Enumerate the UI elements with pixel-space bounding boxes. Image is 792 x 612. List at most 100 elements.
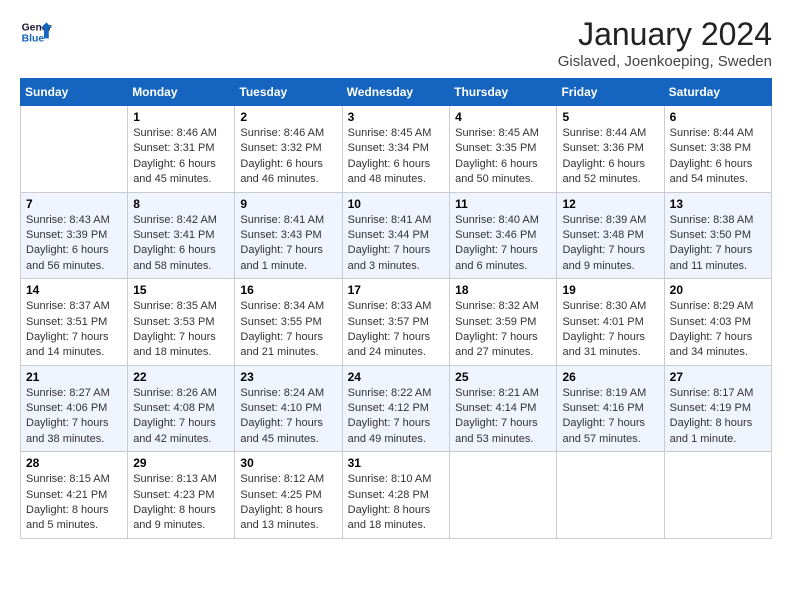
calendar-cell: 28 Sunrise: 8:15 AM Sunset: 4:21 PM Dayl… (21, 452, 128, 539)
day-number: 7 (26, 197, 122, 211)
sunrise-text: Sunrise: 8:46 AM (133, 127, 217, 139)
cell-content: Sunrise: 8:44 AM Sunset: 3:38 PM Dayligh… (670, 126, 766, 188)
week-row-1: 1 Sunrise: 8:46 AM Sunset: 3:31 PM Dayli… (21, 106, 772, 193)
sunset-text: Sunset: 3:32 PM (240, 142, 321, 154)
sunset-text: Sunset: 3:51 PM (26, 316, 107, 328)
title-block: January 2024 Gislaved, Joenkoeping, Swed… (558, 16, 772, 70)
calendar-cell: 27 Sunrise: 8:17 AM Sunset: 4:19 PM Dayl… (664, 365, 771, 452)
calendar-cell: 5 Sunrise: 8:44 AM Sunset: 3:36 PM Dayli… (557, 106, 664, 193)
calendar-cell: 9 Sunrise: 8:41 AM Sunset: 3:43 PM Dayli… (235, 192, 342, 279)
day-header-tuesday: Tuesday (235, 79, 342, 106)
sunrise-text: Sunrise: 8:46 AM (240, 127, 324, 139)
day-number: 19 (562, 283, 658, 297)
cell-content: Sunrise: 8:21 AM Sunset: 4:14 PM Dayligh… (455, 386, 551, 448)
cell-content: Sunrise: 8:12 AM Sunset: 4:25 PM Dayligh… (240, 472, 336, 534)
daylight-text: Daylight: 6 hours and 50 minutes. (455, 158, 538, 185)
sunrise-text: Sunrise: 8:29 AM (670, 300, 754, 312)
sunrise-text: Sunrise: 8:19 AM (562, 387, 646, 399)
day-number: 18 (455, 283, 551, 297)
daylight-text: Daylight: 8 hours and 5 minutes. (26, 504, 109, 531)
sunset-text: Sunset: 4:10 PM (240, 402, 321, 414)
day-number: 3 (348, 110, 445, 124)
location: Gislaved, Joenkoeping, Sweden (558, 53, 772, 70)
calendar-cell (557, 452, 664, 539)
sunrise-text: Sunrise: 8:40 AM (455, 214, 539, 226)
day-number: 17 (348, 283, 445, 297)
cell-content: Sunrise: 8:24 AM Sunset: 4:10 PM Dayligh… (240, 386, 336, 448)
day-number: 26 (562, 370, 658, 384)
logo-icon: General Blue (20, 16, 52, 48)
daylight-text: Daylight: 7 hours and 6 minutes. (455, 244, 538, 271)
calendar-cell: 24 Sunrise: 8:22 AM Sunset: 4:12 PM Dayl… (342, 365, 450, 452)
day-number: 29 (133, 456, 229, 470)
day-number: 24 (348, 370, 445, 384)
cell-content: Sunrise: 8:43 AM Sunset: 3:39 PM Dayligh… (26, 213, 122, 275)
daylight-text: Daylight: 7 hours and 42 minutes. (133, 417, 216, 444)
sunrise-text: Sunrise: 8:33 AM (348, 300, 432, 312)
sunset-text: Sunset: 3:34 PM (348, 142, 429, 154)
day-header-saturday: Saturday (664, 79, 771, 106)
sunrise-text: Sunrise: 8:13 AM (133, 473, 217, 485)
sunrise-text: Sunrise: 8:10 AM (348, 473, 432, 485)
calendar-cell: 14 Sunrise: 8:37 AM Sunset: 3:51 PM Dayl… (21, 279, 128, 366)
sunrise-text: Sunrise: 8:21 AM (455, 387, 539, 399)
sunset-text: Sunset: 3:48 PM (562, 229, 643, 241)
calendar-cell (450, 452, 557, 539)
header-row: SundayMondayTuesdayWednesdayThursdayFrid… (21, 79, 772, 106)
cell-content: Sunrise: 8:46 AM Sunset: 3:31 PM Dayligh… (133, 126, 229, 188)
calendar-cell: 29 Sunrise: 8:13 AM Sunset: 4:23 PM Dayl… (128, 452, 235, 539)
cell-content: Sunrise: 8:38 AM Sunset: 3:50 PM Dayligh… (670, 213, 766, 275)
calendar-cell: 30 Sunrise: 8:12 AM Sunset: 4:25 PM Dayl… (235, 452, 342, 539)
sunset-text: Sunset: 3:36 PM (562, 142, 643, 154)
cell-content: Sunrise: 8:45 AM Sunset: 3:34 PM Dayligh… (348, 126, 445, 188)
sunset-text: Sunset: 4:03 PM (670, 316, 751, 328)
sunrise-text: Sunrise: 8:44 AM (562, 127, 646, 139)
daylight-text: Daylight: 7 hours and 27 minutes. (455, 331, 538, 358)
daylight-text: Daylight: 7 hours and 3 minutes. (348, 244, 431, 271)
calendar-cell (21, 106, 128, 193)
calendar-cell: 31 Sunrise: 8:10 AM Sunset: 4:28 PM Dayl… (342, 452, 450, 539)
day-number: 31 (348, 456, 445, 470)
logo: General Blue (20, 16, 52, 48)
sunrise-text: Sunrise: 8:35 AM (133, 300, 217, 312)
cell-content: Sunrise: 8:30 AM Sunset: 4:01 PM Dayligh… (562, 299, 658, 361)
cell-content: Sunrise: 8:39 AM Sunset: 3:48 PM Dayligh… (562, 213, 658, 275)
week-row-3: 14 Sunrise: 8:37 AM Sunset: 3:51 PM Dayl… (21, 279, 772, 366)
week-row-4: 21 Sunrise: 8:27 AM Sunset: 4:06 PM Dayl… (21, 365, 772, 452)
sunset-text: Sunset: 4:14 PM (455, 402, 536, 414)
day-number: 25 (455, 370, 551, 384)
day-header-monday: Monday (128, 79, 235, 106)
calendar-cell: 2 Sunrise: 8:46 AM Sunset: 3:32 PM Dayli… (235, 106, 342, 193)
calendar-cell: 1 Sunrise: 8:46 AM Sunset: 3:31 PM Dayli… (128, 106, 235, 193)
cell-content: Sunrise: 8:27 AM Sunset: 4:06 PM Dayligh… (26, 386, 122, 448)
daylight-text: Daylight: 6 hours and 58 minutes. (133, 244, 216, 271)
daylight-text: Daylight: 7 hours and 21 minutes. (240, 331, 323, 358)
sunset-text: Sunset: 4:16 PM (562, 402, 643, 414)
calendar-cell: 7 Sunrise: 8:43 AM Sunset: 3:39 PM Dayli… (21, 192, 128, 279)
day-number: 4 (455, 110, 551, 124)
calendar-table: SundayMondayTuesdayWednesdayThursdayFrid… (20, 78, 772, 539)
cell-content: Sunrise: 8:29 AM Sunset: 4:03 PM Dayligh… (670, 299, 766, 361)
sunset-text: Sunset: 4:01 PM (562, 316, 643, 328)
sunrise-text: Sunrise: 8:41 AM (240, 214, 324, 226)
sunset-text: Sunset: 4:12 PM (348, 402, 429, 414)
calendar-cell: 18 Sunrise: 8:32 AM Sunset: 3:59 PM Dayl… (450, 279, 557, 366)
daylight-text: Daylight: 7 hours and 14 minutes. (26, 331, 109, 358)
cell-content: Sunrise: 8:41 AM Sunset: 3:44 PM Dayligh… (348, 213, 445, 275)
daylight-text: Daylight: 7 hours and 24 minutes. (348, 331, 431, 358)
cell-content: Sunrise: 8:37 AM Sunset: 3:51 PM Dayligh… (26, 299, 122, 361)
daylight-text: Daylight: 6 hours and 52 minutes. (562, 158, 645, 185)
day-number: 22 (133, 370, 229, 384)
calendar-cell: 15 Sunrise: 8:35 AM Sunset: 3:53 PM Dayl… (128, 279, 235, 366)
cell-content: Sunrise: 8:10 AM Sunset: 4:28 PM Dayligh… (348, 472, 445, 534)
cell-content: Sunrise: 8:42 AM Sunset: 3:41 PM Dayligh… (133, 213, 229, 275)
sunrise-text: Sunrise: 8:32 AM (455, 300, 539, 312)
day-number: 8 (133, 197, 229, 211)
sunrise-text: Sunrise: 8:22 AM (348, 387, 432, 399)
day-number: 30 (240, 456, 336, 470)
cell-content: Sunrise: 8:41 AM Sunset: 3:43 PM Dayligh… (240, 213, 336, 275)
cell-content: Sunrise: 8:19 AM Sunset: 4:16 PM Dayligh… (562, 386, 658, 448)
sunset-text: Sunset: 3:44 PM (348, 229, 429, 241)
sunrise-text: Sunrise: 8:44 AM (670, 127, 754, 139)
calendar-cell: 8 Sunrise: 8:42 AM Sunset: 3:41 PM Dayli… (128, 192, 235, 279)
